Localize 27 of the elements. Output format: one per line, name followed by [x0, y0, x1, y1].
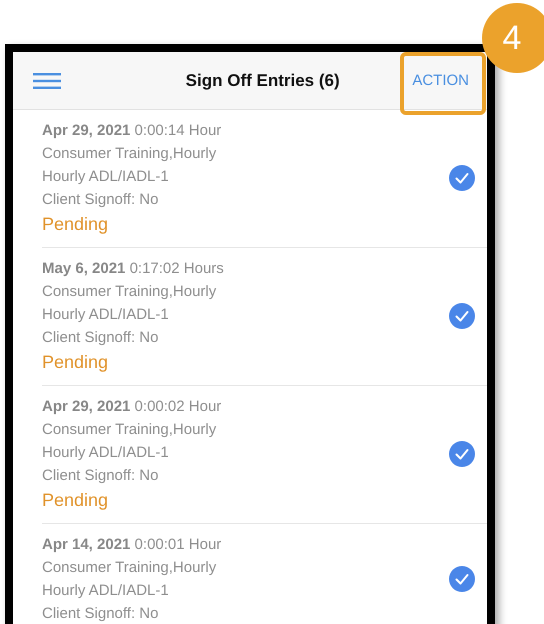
entry-status: Pending [42, 351, 108, 374]
entry-activity: Hourly ADL/IADL-1 [42, 305, 169, 325]
entry-activity: Hourly ADL/IADL-1 [42, 443, 169, 463]
action-button[interactable]: ACTION [410, 68, 471, 93]
entry-activity: Hourly ADL/IADL-1 [42, 581, 169, 601]
checked-circle-icon[interactable] [449, 566, 475, 592]
entry-date-duration: May 6, 2021 0:17:02 Hours [42, 259, 224, 279]
checked-circle-icon[interactable] [449, 303, 475, 329]
entry-date-duration: Apr 29, 2021 0:00:02 Hour [42, 397, 222, 417]
entry-service: Consumer Training,Hourly [42, 558, 216, 578]
menu-icon[interactable] [33, 72, 61, 88]
client-signoff: Client Signoff: No [42, 466, 158, 486]
entry-service: Consumer Training,Hourly [42, 144, 216, 164]
entry-date-duration: Apr 29, 2021 0:00:14 Hour [42, 121, 222, 141]
entry-date-duration: Apr 14, 2021 0:00:01 Hour [42, 535, 222, 555]
checked-circle-icon[interactable] [449, 441, 475, 467]
entry-service: Consumer Training,Hourly [42, 282, 216, 302]
checked-circle-icon[interactable] [449, 165, 475, 191]
screen-title: Sign Off Entries (6) [184, 70, 341, 90]
entry-activity: Hourly ADL/IADL-1 [42, 167, 169, 187]
entry-status: Pending [42, 489, 108, 512]
entry-status: Pending [42, 213, 108, 236]
client-signoff: Client Signoff: No [42, 604, 158, 624]
client-signoff: Client Signoff: No [42, 190, 158, 210]
step-badge: 4 [482, 3, 544, 73]
entry-service: Consumer Training,Hourly [42, 420, 216, 440]
client-signoff: Client Signoff: No [42, 328, 158, 348]
